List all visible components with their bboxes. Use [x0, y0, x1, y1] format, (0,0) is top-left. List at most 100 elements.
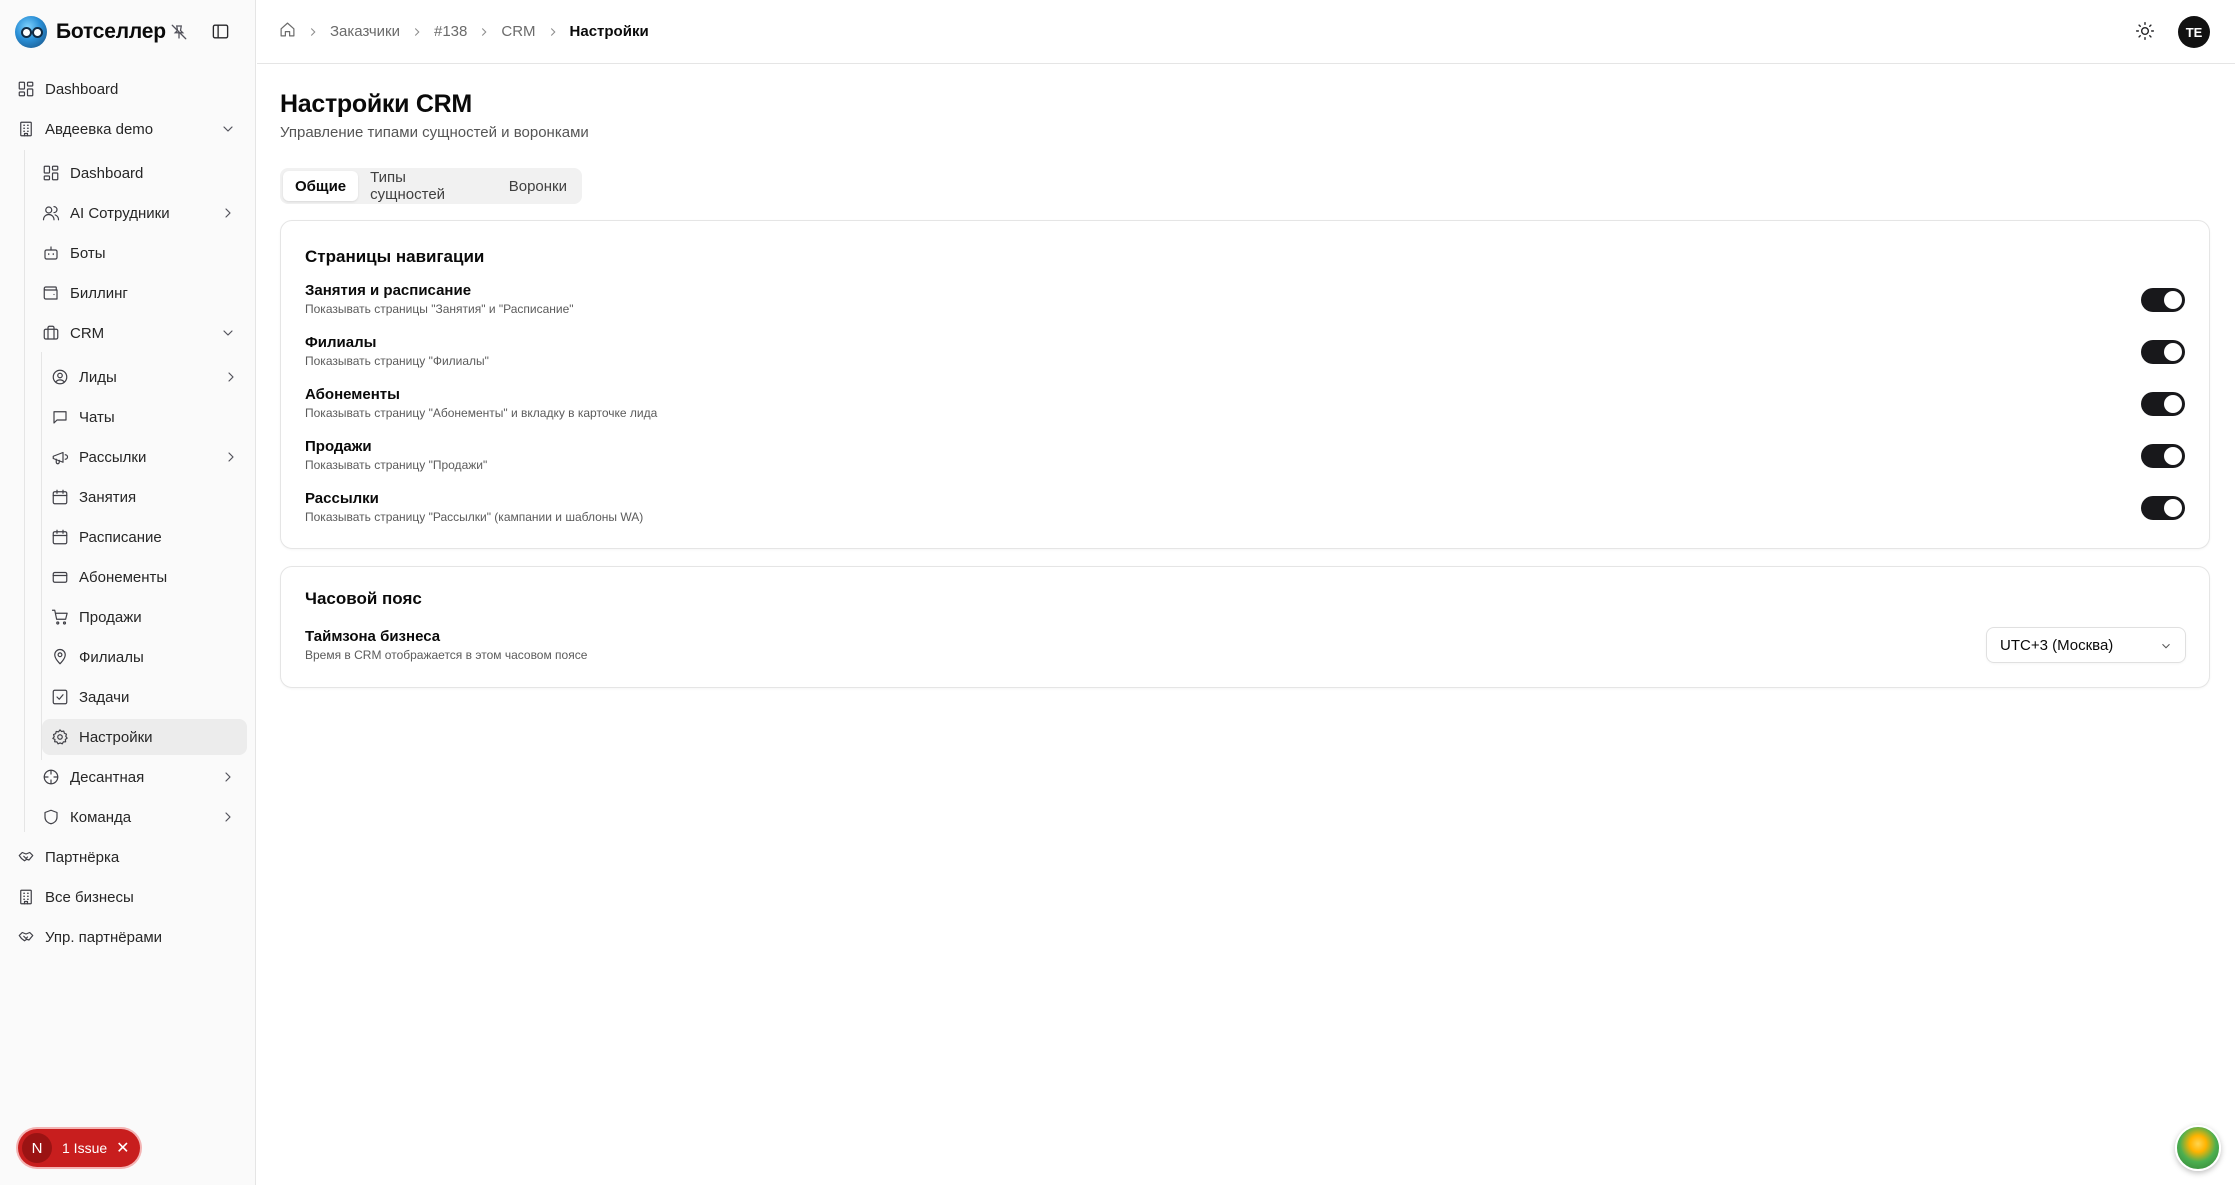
- sidebar-item-branches[interactable]: Филиалы: [42, 639, 247, 675]
- sidebar: Ботселлер Dashboard Авдеевка demo Dashbo…: [0, 0, 256, 1185]
- setting-title: Занятия и расписание: [305, 282, 472, 299]
- chevron-down-icon: [2159, 639, 2173, 653]
- sidebar-item-business-dashboard[interactable]: Dashboard: [33, 155, 244, 191]
- sidebar-item-label: Занятия: [79, 488, 137, 506]
- sidebar-item-label: Биллинг: [70, 284, 128, 302]
- sidebar-item-chats[interactable]: Чаты: [42, 399, 247, 435]
- sidebar-item-schedule[interactable]: Расписание: [42, 519, 247, 555]
- issues-badge[interactable]: N 1 Issue ✕: [18, 1129, 140, 1167]
- toggle-switch[interactable]: [2141, 340, 2185, 364]
- chevron-right-icon: [410, 25, 424, 39]
- theme-toggle-sun-icon[interactable]: [2135, 21, 2157, 43]
- toggle-switch[interactable]: [2141, 496, 2185, 520]
- setting-title: Таймзона бизнеса: [305, 628, 441, 645]
- breadcrumb-crm[interactable]: CRM: [501, 23, 535, 40]
- brand[interactable]: Ботселлер: [15, 14, 240, 50]
- assistant-avatar-button[interactable]: [2175, 1125, 2221, 1171]
- setting-branches: Филиалы Показывать страницу "Филиалы": [305, 334, 2185, 378]
- gear-icon: [50, 727, 70, 747]
- sidebar-item-settings[interactable]: Настройки: [42, 719, 247, 755]
- avatar[interactable]: TE: [2178, 16, 2210, 48]
- pin-off-icon[interactable]: [170, 23, 190, 43]
- sidebar-item-tasks[interactable]: Задачи: [42, 679, 247, 715]
- sidebar-item-label: Десантная: [70, 768, 145, 786]
- setting-business-timezone: Таймзона бизнеса Время в CRM отображаетс…: [305, 628, 2185, 672]
- chevron-down-icon: [220, 121, 236, 137]
- setting-description: Показывать страницу "Продажи": [305, 458, 488, 472]
- toggle-knob: [2164, 499, 2182, 517]
- settings-tabs: Общие Типы сущностей Воронки: [280, 168, 582, 204]
- setting-title: Продажи: [305, 438, 372, 455]
- briefcase-icon: [41, 323, 61, 343]
- sidebar-item-ai-staff[interactable]: AI Сотрудники: [33, 195, 244, 231]
- sidebar-item-label: Упр. партнёрами: [45, 928, 163, 946]
- page-subtitle: Управление типами сущностей и воронками: [280, 124, 589, 141]
- credit-card-icon: [50, 567, 70, 587]
- chevron-right-icon: [223, 449, 239, 465]
- chevron-right-icon: [306, 25, 320, 39]
- sidebar-item-manage-partners[interactable]: Упр. партнёрами: [8, 919, 244, 955]
- home-icon[interactable]: [279, 21, 296, 42]
- chevron-right-icon: [223, 369, 239, 385]
- toggle-switch[interactable]: [2141, 288, 2185, 312]
- breadcrumb-customers[interactable]: Заказчики: [330, 23, 400, 40]
- users-icon: [41, 203, 61, 223]
- sidebar-item-sales[interactable]: Продажи: [42, 599, 247, 635]
- chevron-right-icon: [220, 769, 236, 785]
- sidebar-item-bots[interactable]: Боты: [33, 235, 244, 271]
- sidebar-item-label: Все бизнесы: [45, 888, 134, 906]
- issue-logo: N: [22, 1133, 52, 1163]
- building-icon: [16, 119, 36, 139]
- sidebar-item-label: Задачи: [79, 688, 130, 706]
- setting-title: Абонементы: [305, 386, 400, 403]
- sidebar-item-team[interactable]: Команда: [33, 799, 244, 835]
- sidebar-item-leads[interactable]: Лиды: [42, 359, 247, 395]
- setting-description: Показывать страницы "Занятия" и "Расписа…: [305, 302, 574, 316]
- chevron-right-icon: [546, 25, 560, 39]
- brand-name: Ботселлер: [56, 20, 166, 43]
- breadcrumb-customer-id[interactable]: #138: [434, 23, 467, 40]
- sidebar-item-lessons[interactable]: Занятия: [42, 479, 247, 515]
- sidebar-item-desantnaya[interactable]: Десантная: [33, 759, 244, 795]
- tab-entity-types[interactable]: Типы сущностей: [358, 169, 497, 203]
- sidebar-item-label: Dashboard: [45, 80, 119, 98]
- chevron-right-icon: [220, 809, 236, 825]
- sidebar-item-label: Абонементы: [79, 568, 168, 586]
- card-title: Страницы навигации: [305, 247, 485, 266]
- sidebar-item-mailings[interactable]: Рассылки: [42, 439, 247, 475]
- sidebar-item-business[interactable]: Авдеевка demo: [8, 111, 244, 147]
- sidebar-item-label: Партнёрка: [45, 848, 120, 866]
- toggle-switch[interactable]: [2141, 392, 2185, 416]
- sidebar-item-crm[interactable]: CRM: [33, 315, 244, 351]
- timezone-select[interactable]: UTC+3 (Москва): [1986, 627, 2186, 663]
- sidebar-item-label: Рассылки: [79, 448, 147, 466]
- issue-count: 1 Issue: [62, 1140, 108, 1156]
- chat-icon: [50, 407, 70, 427]
- chevron-down-icon: [220, 325, 236, 341]
- toggle-switch[interactable]: [2141, 444, 2185, 468]
- map-pin-icon: [50, 647, 70, 667]
- shield-icon: [41, 807, 61, 827]
- sidebar-item-subscriptions[interactable]: Абонементы: [42, 559, 247, 595]
- close-icon[interactable]: ✕: [116, 1138, 129, 1158]
- top-bar: Заказчики #138 CRM Настройки TE: [257, 0, 2235, 64]
- setting-subscriptions: Абонементы Показывать страницу "Абонемен…: [305, 386, 2185, 430]
- tab-general[interactable]: Общие: [283, 171, 359, 201]
- setting-sales: Продажи Показывать страницу "Продажи": [305, 438, 2185, 482]
- sidebar-item-partnership[interactable]: Партнёрка: [8, 839, 244, 875]
- timezone-select-value: UTC+3 (Москва): [2000, 636, 2114, 654]
- sidebar-item-dashboard[interactable]: Dashboard: [8, 71, 244, 107]
- toggle-knob: [2164, 395, 2182, 413]
- setting-title: Филиалы: [305, 334, 377, 351]
- building-icon: [16, 887, 36, 907]
- tab-funnels[interactable]: Воронки: [497, 171, 579, 201]
- sidebar-toggle-icon[interactable]: [211, 22, 233, 44]
- dashboard-icon: [16, 79, 36, 99]
- navigation-pages-card: Страницы навигации Занятия и расписание …: [280, 220, 2210, 549]
- sidebar-item-label: Настройки: [79, 728, 153, 746]
- setting-description: Показывать страницу "Рассылки" (кампании…: [305, 510, 644, 524]
- toggle-knob: [2164, 447, 2182, 465]
- setting-title: Рассылки: [305, 490, 379, 507]
- sidebar-item-all-businesses[interactable]: Все бизнесы: [8, 879, 244, 915]
- sidebar-item-billing[interactable]: Биллинг: [33, 275, 244, 311]
